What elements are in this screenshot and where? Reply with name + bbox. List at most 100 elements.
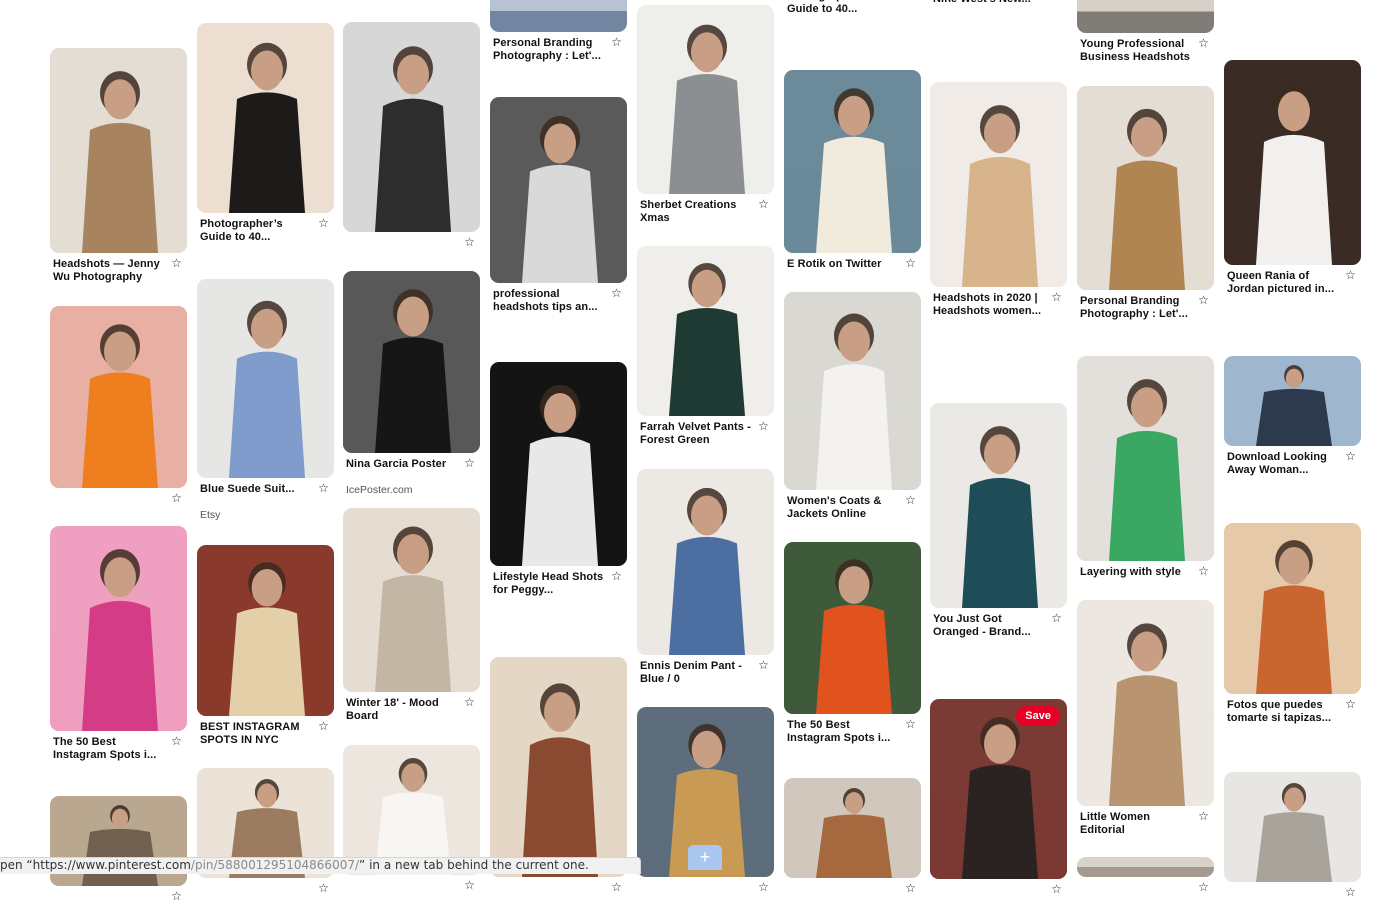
pin-card[interactable]: Photographer’s Guide to 40... ☆ xyxy=(197,23,334,249)
star-icon[interactable]: ☆ xyxy=(317,217,330,230)
pin-title[interactable]: Blue Suede Suit... xyxy=(200,483,312,496)
pin-image[interactable] xyxy=(197,545,334,716)
star-icon[interactable]: ☆ xyxy=(463,236,476,249)
star-icon[interactable]: ☆ xyxy=(904,882,917,895)
star-icon[interactable]: ☆ xyxy=(1197,881,1210,894)
pin-image[interactable] xyxy=(490,0,627,32)
pin-title[interactable]: Layering with style xyxy=(1080,566,1192,579)
star-icon[interactable]: ☆ xyxy=(317,882,330,895)
pin-source[interactable]: IcePoster.com xyxy=(346,484,458,496)
pin-image[interactable] xyxy=(1077,86,1214,290)
star-icon[interactable]: ☆ xyxy=(1050,883,1063,896)
pin-title[interactable]: You Just Got Oranged - Brand... xyxy=(933,613,1045,639)
pin-image[interactable] xyxy=(197,23,334,213)
pin-title[interactable]: Farrah Velvet Pants - Forest Green xyxy=(640,421,752,447)
pin-title[interactable]: Personal Branding Photography : Let'... xyxy=(493,37,605,63)
pin-card[interactable]: ☆ xyxy=(490,657,627,913)
pin-title[interactable]: Sherbet Creations Xmas xyxy=(640,199,752,225)
pin-title[interactable]: Personal Branding Photography : Let'... xyxy=(1080,295,1192,321)
pin-title[interactable]: Fotos que puedes tomarte si tapizas... xyxy=(1227,699,1339,725)
pin-title[interactable]: Headshots in 2020 | Headshots women... xyxy=(933,292,1045,318)
pin-card[interactable]: Farrah Velvet Pants - Forest Green ☆ xyxy=(637,246,774,452)
pin-image[interactable] xyxy=(1224,60,1361,265)
pin-image[interactable] xyxy=(490,362,627,566)
star-icon[interactable]: ☆ xyxy=(610,36,623,49)
pin-card[interactable]: ☆ xyxy=(1224,772,1361,918)
pin-card[interactable]: professional headshots tips an... ☆ xyxy=(490,97,627,319)
pin-title[interactable]: The 50 Best Instagram Spots i... xyxy=(787,719,899,745)
pin-title[interactable]: Download Looking Away Woman... xyxy=(1227,451,1339,477)
pin-source[interactable]: Etsy xyxy=(200,509,312,521)
pin-image[interactable] xyxy=(1077,600,1214,806)
pin-title[interactable]: Ennis Denim Pant - Blue / 0 xyxy=(640,660,752,686)
pin-card[interactable]: E Rotik on Twitter ☆ xyxy=(784,70,921,289)
pin-card[interactable]: Nina Garcia Poster IcePoster.com ☆ xyxy=(343,271,480,499)
star-icon[interactable]: ☆ xyxy=(170,735,183,748)
star-icon[interactable]: ☆ xyxy=(463,696,476,709)
pin-title[interactable]: Little Women Editorial xyxy=(1080,811,1192,837)
pin-card[interactable]: Blue Suede Suit... Etsy ☆ xyxy=(197,279,334,524)
star-icon[interactable]: ☆ xyxy=(1344,269,1357,282)
pin-card[interactable]: ☆ xyxy=(784,778,921,914)
pin-card[interactable]: The 50 Best Instagram Spots i... ☆ xyxy=(784,542,921,750)
pin-title[interactable]: Clara is the Face of Nine West's New... xyxy=(933,0,1045,6)
star-icon[interactable]: ☆ xyxy=(1197,810,1210,823)
pin-image[interactable] xyxy=(1224,772,1361,882)
star-icon[interactable]: ☆ xyxy=(1050,291,1063,304)
pin-image[interactable] xyxy=(343,508,480,692)
pin-card[interactable]: ☆ xyxy=(1077,857,1214,913)
star-icon[interactable]: ☆ xyxy=(757,881,770,894)
pin-title[interactable]: Photographer's Guide to 40... xyxy=(787,0,899,16)
pin-title[interactable]: Nina Garcia Poster xyxy=(346,458,458,471)
add-pin-button[interactable]: + xyxy=(688,845,722,870)
pin-image[interactable] xyxy=(490,97,627,283)
pin-card[interactable]: Sherbet Creations Xmas ☆ xyxy=(637,5,774,230)
star-icon[interactable]: ☆ xyxy=(170,492,183,505)
pin-title[interactable]: Headshots — Jenny Wu Photography xyxy=(53,258,165,284)
star-icon[interactable]: ☆ xyxy=(1197,565,1210,578)
pin-card[interactable]: The 50 Best Instagram Spots i... ☆ xyxy=(50,526,187,767)
pin-title[interactable]: Lifestyle Head Shots for Peggy... xyxy=(493,571,605,597)
pin-title[interactable]: E Rotik on Twitter xyxy=(787,258,899,271)
pin-image[interactable] xyxy=(50,48,187,253)
save-button[interactable]: Save xyxy=(1016,706,1060,726)
star-icon[interactable]: ☆ xyxy=(170,890,183,903)
pin-title[interactable]: Photographer’s Guide to 40... xyxy=(200,218,312,244)
pin-image[interactable] xyxy=(784,292,921,490)
pin-card[interactable]: You Just Got Oranged - Brand... ☆ xyxy=(930,403,1067,644)
pin-image[interactable] xyxy=(1224,356,1361,446)
pin-image[interactable] xyxy=(637,5,774,194)
star-icon[interactable]: ☆ xyxy=(610,287,623,300)
pin-image[interactable] xyxy=(930,82,1067,287)
pin-image[interactable] xyxy=(637,469,774,655)
star-icon[interactable]: ☆ xyxy=(463,879,476,892)
star-icon[interactable]: ☆ xyxy=(904,0,917,2)
pin-card[interactable]: Photographer's Guide to 40... ☆ xyxy=(784,0,921,21)
pin-card[interactable]: ☆ xyxy=(637,707,774,913)
star-icon[interactable]: ☆ xyxy=(317,482,330,495)
pin-card[interactable]: Clara is the Face of Nine West's New...☆ xyxy=(930,0,1067,11)
pin-title[interactable]: The 50 Best Instagram Spots i... xyxy=(53,736,165,762)
star-icon[interactable]: ☆ xyxy=(610,881,623,894)
pin-image[interactable] xyxy=(784,70,921,253)
pin-title[interactable]: Women's Coats & Jackets Online xyxy=(787,495,899,521)
pin-image[interactable] xyxy=(343,271,480,453)
star-icon[interactable]: ☆ xyxy=(463,457,476,470)
pin-card[interactable]: Save ☆ xyxy=(930,699,1067,915)
pin-card[interactable]: Young Professional Business Headshots ☆ xyxy=(1077,0,1214,69)
pin-title[interactable]: BEST INSTAGRAM SPOTS IN NYC xyxy=(200,721,312,747)
pin-title[interactable]: Young Professional Business Headshots xyxy=(1080,38,1192,64)
star-icon[interactable]: ☆ xyxy=(1050,612,1063,625)
pin-image[interactable] xyxy=(784,542,921,714)
pin-card[interactable]: Personal Branding Photography : Let'... ☆ xyxy=(490,0,627,68)
pin-card[interactable]: Ennis Denim Pant - Blue / 0 ☆ xyxy=(637,469,774,691)
pin-card[interactable]: ☆ xyxy=(343,22,480,268)
pin-image[interactable] xyxy=(343,22,480,232)
pin-title[interactable]: professional headshots tips an... xyxy=(493,288,605,314)
pin-card[interactable]: Winter 18' - Mood Board ☆ xyxy=(343,508,480,728)
pin-image[interactable] xyxy=(50,526,187,731)
star-icon[interactable]: ☆ xyxy=(904,494,917,507)
star-icon[interactable]: ☆ xyxy=(1197,294,1210,307)
pin-image[interactable] xyxy=(930,403,1067,608)
star-icon[interactable]: ☆ xyxy=(1344,450,1357,463)
